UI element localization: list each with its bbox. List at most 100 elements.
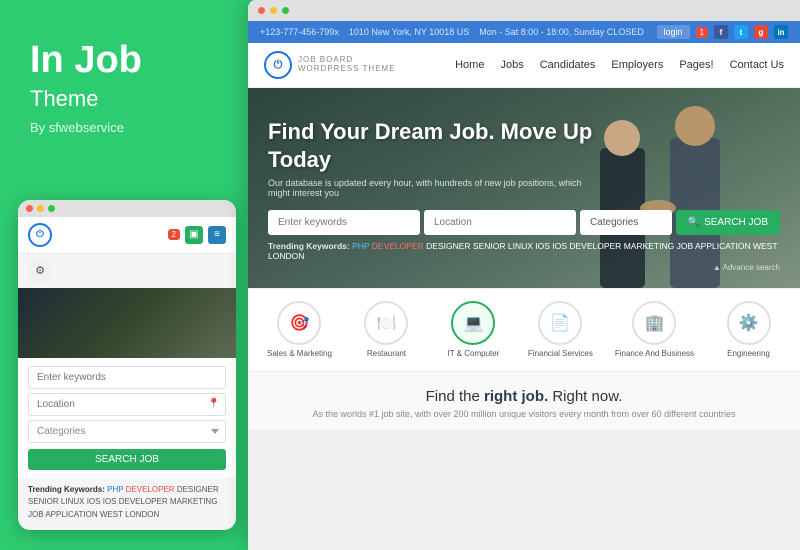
kw-job-app[interactable]: JOB APPLICATION (28, 510, 100, 519)
hero-kw-marketing[interactable]: MARKETING (624, 241, 675, 251)
browser-dot-yellow (270, 7, 277, 14)
search-keywords-input[interactable] (268, 210, 420, 235)
nav-home[interactable]: Home (455, 59, 484, 71)
finance-business-icon: 🏢 (632, 301, 676, 345)
hero-kw-linux[interactable]: LINUX (508, 241, 533, 251)
kw-ios-dev[interactable]: IOS DEVELOPER (103, 497, 170, 506)
googleplus-icon[interactable]: g (754, 25, 768, 39)
nav-jobs[interactable]: Jobs (500, 59, 523, 71)
topbar-right: login 1 f t g in (657, 25, 788, 39)
engineering-icon: ⚙️ (727, 301, 771, 345)
phone-hero-image (18, 288, 236, 358)
topbar-phone: +123-777-456-799x (260, 27, 339, 37)
hero-content: Find Your Dream Job. Move Up Today Our d… (248, 88, 800, 272)
nav-employers[interactable]: Employers (611, 59, 663, 71)
it-computer-icon: 💻 (451, 301, 495, 345)
cat-sales-marketing-label: Sales & Marketing (267, 349, 332, 359)
restaurant-icon: 🍽️ (364, 301, 408, 345)
linkedin-icon[interactable]: in (774, 25, 788, 39)
kw-php[interactable]: PHP (107, 485, 126, 494)
sales-marketing-icon: 🎯 (277, 301, 321, 345)
kw-linux[interactable]: LINUX (61, 497, 87, 506)
search-btn-label: SEARCH JOB (704, 217, 768, 228)
hero-kw-senior[interactable]: SENIOR (473, 241, 506, 251)
navbar-logo: ⏻ JOB BOARD WORDPRESS THEME (264, 51, 396, 79)
bottom-section: Find the right job. Right now. As the wo… (248, 371, 800, 429)
search-bar: Categories 🔍 SEARCH JOB (268, 210, 780, 235)
kw-marketing[interactable]: MARKETING (170, 497, 218, 506)
cat-engineering-label: Engineering (727, 349, 770, 359)
facebook-icon[interactable]: f (714, 25, 728, 39)
kw-designer[interactable]: DESIGNER (177, 485, 219, 494)
hero-title: Find Your Dream Job. Move Up Today (268, 118, 608, 173)
phone-search-section: 📍 Categories SEARCH JOB (18, 358, 236, 478)
phone-keywords-input[interactable] (28, 366, 226, 389)
logo-circle: ⏻ (264, 51, 292, 79)
phone-nav-bar: ⏻ 2 ▣ ≡ (18, 217, 236, 254)
hero-kw-job-app[interactable]: JOB APPLICATION (677, 241, 751, 251)
phone-hero-overlay (18, 288, 236, 358)
search-categories-select[interactable]: Categories (580, 210, 672, 235)
phone-location-input[interactable] (28, 393, 226, 416)
cat-finance-business-label: Finance And Business (615, 349, 694, 359)
nav-candidates[interactable]: Candidates (540, 59, 596, 71)
nav-icon-blue: ≡ (208, 226, 226, 244)
left-panel: In Job Theme By sfwebservice ⏻ 2 ▣ ≡ ⚙ 📍 (0, 0, 248, 550)
cat-it-computer[interactable]: 💻 IT & Computer (441, 301, 506, 359)
phone-logo: ⏻ (28, 223, 52, 247)
nav-contact[interactable]: Contact Us (730, 59, 784, 71)
site-navbar: ⏻ JOB BOARD WORDPRESS THEME Home Jobs Ca… (248, 43, 800, 88)
cat-restaurant-label: Restaurant (367, 349, 406, 359)
browser-mockup: +123-777-456-799x 1010 New York, NY 1001… (248, 0, 800, 550)
nav-pages[interactable]: Pages! (679, 59, 713, 71)
phone-categories-select[interactable]: Categories (28, 420, 226, 443)
dot-yellow (37, 205, 44, 212)
hero-kw-developer[interactable]: DEVELOPER (372, 241, 424, 251)
kw-ios[interactable]: IOS (87, 497, 103, 506)
bottom-title-suffix: Right now. (548, 388, 622, 405)
hero-section: Find Your Dream Job. Move Up Today Our d… (248, 88, 800, 288)
cat-financial[interactable]: 📄 Financial Services (528, 301, 593, 359)
kw-west-london[interactable]: WEST LONDON (100, 510, 159, 519)
search-button[interactable]: 🔍 SEARCH JOB (676, 210, 780, 235)
phone-location-wrapper: 📍 (28, 393, 226, 416)
bottom-title-emphasis: right job. (484, 388, 548, 405)
kw-developer[interactable]: DEVELOPER (126, 485, 177, 494)
topbar-notification: 1 (696, 27, 708, 38)
brand-title: In Job (30, 40, 218, 82)
hero-kw-ios-dev[interactable]: IOS DEVELOPER (552, 241, 621, 251)
cat-engineering[interactable]: ⚙️ Engineering (716, 301, 781, 359)
search-location-input[interactable] (424, 210, 576, 235)
trending-label: Trending Keywords: (28, 485, 105, 494)
hero-kw-php[interactable]: PHP (352, 241, 369, 251)
kw-senior[interactable]: SENIOR (28, 497, 61, 506)
browser-dot-green (282, 7, 289, 14)
categories-row: 🎯 Sales & Marketing 🍽️ Restaurant 💻 IT &… (248, 288, 800, 371)
cat-sales-marketing[interactable]: 🎯 Sales & Marketing (267, 301, 332, 359)
cat-it-label: IT & Computer (447, 349, 499, 359)
cat-restaurant[interactable]: 🍽️ Restaurant (354, 301, 419, 359)
phone-trending-keywords: Trending Keywords: PHP DEVELOPER DESIGNE… (18, 478, 236, 530)
login-button[interactable]: login (657, 25, 690, 39)
navbar-menu: Home Jobs Candidates Employers Pages! Co… (455, 59, 784, 71)
hero-kw-designer[interactable]: DESIGNER (426, 241, 470, 251)
topbar-address: 1010 New York, NY 10018 US (349, 27, 469, 37)
cat-finance-business[interactable]: 🏢 Finance And Business (615, 301, 694, 359)
topbar-hours: Mon - Sat 8:00 - 18:00, Sunday CLOSED (479, 27, 644, 37)
phone-gear-icon: ⚙ (28, 259, 52, 283)
advance-search-link[interactable]: ▲ Advance search (268, 263, 780, 272)
phone-nav-icons: 2 ▣ ≡ (168, 226, 226, 244)
twitter-icon[interactable]: t (734, 25, 748, 39)
brand-author: By sfwebservice (30, 120, 218, 135)
location-icon: 📍 (208, 399, 220, 410)
search-icon: 🔍 (688, 217, 700, 228)
hero-kw-ios[interactable]: IOS (535, 241, 550, 251)
topbar-left: +123-777-456-799x 1010 New York, NY 1001… (260, 27, 644, 37)
logo-text: JOB BOARD WORDPRESS THEME (298, 56, 396, 74)
bottom-title: Find the right job. Right now. (268, 388, 780, 405)
hero-subtitle: Our database is updated every hour, with… (268, 178, 588, 198)
dot-green (48, 205, 55, 212)
trending-label-browser: Trending Keywords: (268, 241, 350, 251)
logo-sub-text: WORDPRESS THEME (298, 65, 396, 74)
phone-search-button[interactable]: SEARCH JOB (28, 449, 226, 470)
